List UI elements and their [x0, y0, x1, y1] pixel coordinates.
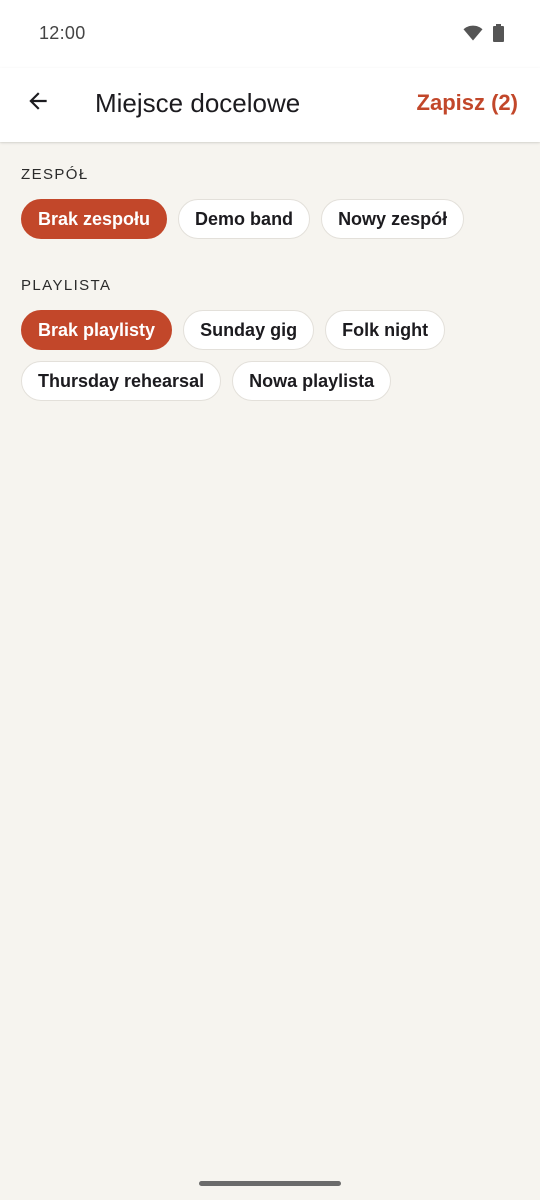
chip-folk-night[interactable]: Folk night	[325, 310, 446, 350]
home-indicator[interactable]	[199, 1181, 341, 1186]
chip-no-playlist[interactable]: Brak playlisty	[21, 310, 173, 350]
back-button[interactable]	[16, 81, 60, 125]
battery-icon	[493, 24, 504, 47]
app-bar: Miejsce docelowe Zapisz (2)	[0, 68, 540, 142]
playlist-chip-group: Brak playlisty Sunday gig Folk night Thu…	[21, 310, 521, 401]
chip-no-band[interactable]: Brak zespołu	[21, 199, 168, 239]
chip-demo-band[interactable]: Demo band	[178, 199, 311, 239]
page-title: Miejsce docelowe	[95, 88, 301, 118]
status-bar: 12:00	[0, 0, 540, 68]
playlist-section-label: PLAYLISTA	[21, 277, 112, 294]
chip-thursday-rehearsal[interactable]: Thursday rehearsal	[21, 361, 222, 401]
band-chip-group: Brak zespołu Demo band Nowy zespół	[21, 199, 521, 239]
status-time: 12:00	[39, 23, 86, 43]
chip-new-playlist[interactable]: Nowa playlista	[232, 361, 392, 401]
save-button[interactable]: Zapisz (2)	[417, 90, 518, 116]
arrow-left-icon	[25, 88, 51, 119]
band-section-label: ZESPÓŁ	[21, 166, 89, 183]
content: ZESPÓŁ Brak zespołu Demo band Nowy zespó…	[21, 142, 521, 401]
wifi-icon	[463, 25, 483, 46]
status-icons	[463, 24, 504, 47]
chip-sunday-gig[interactable]: Sunday gig	[183, 310, 315, 350]
chip-new-band[interactable]: Nowy zespół	[321, 199, 465, 239]
